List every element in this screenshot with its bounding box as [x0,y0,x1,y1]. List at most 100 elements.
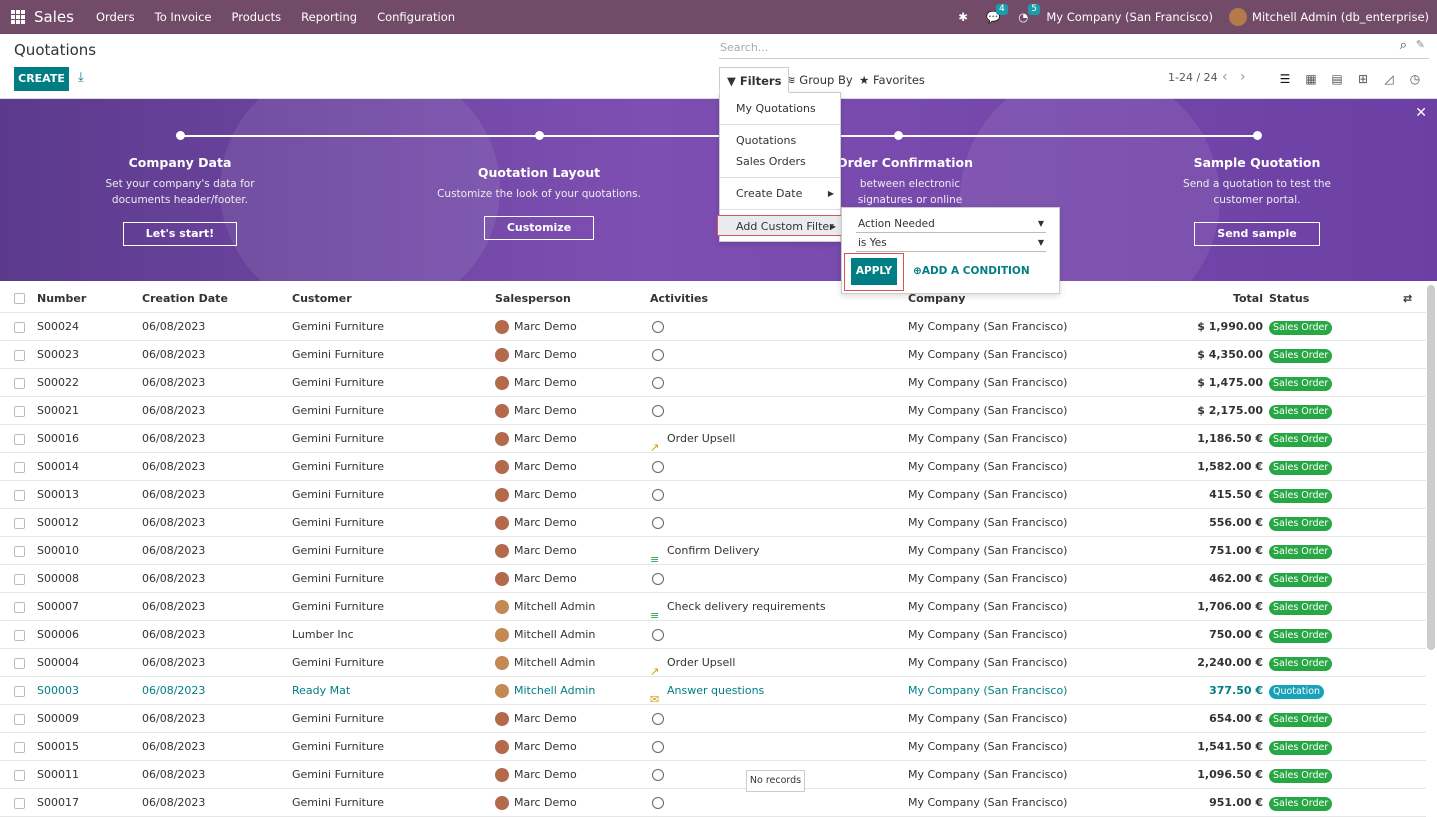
header-salesperson[interactable]: Salesperson [495,285,571,313]
table-row[interactable]: S00013 06/08/2023 Gemini Furniture Marc Dem… [0,481,1426,509]
row-checkbox[interactable] [14,518,25,529]
table-row[interactable]: S00010 06/08/2023 Gemini Furniture Marc Dem… [0,537,1426,566]
cell-activity[interactable] [652,761,664,789]
kanban-view-icon[interactable]: ▦ [1298,67,1324,91]
bug-icon[interactable]: ✱ [958,10,968,24]
menu-configuration[interactable]: Configuration [377,10,455,24]
row-checkbox[interactable] [14,658,25,669]
row-checkbox[interactable] [14,546,25,557]
table-row[interactable]: S00017 06/08/2023 Gemini Furniture Marc Dem… [0,789,1426,817]
table-row[interactable]: S00012 06/08/2023 Gemini Furniture Marc Dem… [0,509,1426,537]
menu-to-invoice[interactable]: To Invoice [155,10,212,24]
cell-activity[interactable] [652,313,664,341]
company-switcher[interactable]: My Company (San Francisco) [1046,10,1213,24]
table-row[interactable]: S00003 06/08/2023 Ready Mat Mitchell Admin ✉… [0,677,1426,706]
row-checkbox[interactable] [14,574,25,585]
create-button[interactable]: CREATE [14,67,69,91]
table-row[interactable]: S00016 06/08/2023 Gemini Furniture Marc Dem… [0,425,1426,454]
cell-activity[interactable] [652,705,664,733]
menu-reporting[interactable]: Reporting [301,10,357,24]
header-total[interactable]: Total [1233,285,1263,313]
messages-icon[interactable]: 💬 4 [986,4,1008,24]
table-row[interactable]: S00007 06/08/2023 Gemini Furniture Mitchell… [0,593,1426,622]
scrollbar[interactable] [1427,285,1435,650]
pencil-icon[interactable]: ✎ [1416,38,1425,51]
cell-activity[interactable]: ↗ Order Upsell [650,649,735,678]
row-checkbox[interactable] [14,798,25,809]
list-view-icon[interactable]: ☰ [1272,67,1298,91]
cell-activity[interactable] [652,341,664,369]
row-checkbox[interactable] [14,742,25,753]
header-customer[interactable]: Customer [292,285,352,313]
pager-next-icon[interactable]: › [1240,69,1246,85]
cell-activity[interactable] [652,397,664,425]
filter-quotations[interactable]: Quotations [720,130,840,151]
header-status[interactable]: Status [1269,285,1309,313]
cell-activity[interactable] [652,789,664,817]
user-avatar[interactable] [1229,8,1248,26]
pivot-view-icon[interactable]: ⊞ [1350,67,1376,91]
row-checkbox[interactable] [14,350,25,361]
operator-select[interactable]: is Yes ▼ [856,234,1046,252]
filters-button[interactable]: ▼ Filters [719,67,790,93]
groupby-button[interactable]: ≋ Group By [786,67,853,93]
cell-activity[interactable]: ✉ Answer questions [650,677,764,706]
apply-button[interactable]: APPLY [851,258,897,285]
field-select[interactable]: Action Needed ▼ [856,215,1046,233]
table-row[interactable]: S00014 06/08/2023 Gemini Furniture Marc Dem… [0,453,1426,481]
graph-view-icon[interactable]: ◿ [1376,67,1402,91]
send-sample-button[interactable]: Send sample [1194,222,1320,246]
cell-activity[interactable]: ↗ Order Upsell [650,425,735,454]
search-icon[interactable]: ⌕ [1400,38,1407,53]
cell-activity[interactable] [652,565,664,593]
cell-activity[interactable] [652,621,664,649]
row-checkbox[interactable] [14,770,25,781]
cell-activity[interactable]: ≡ Check delivery requirements [650,593,826,622]
optional-columns-icon[interactable]: ⇄ [1403,285,1412,313]
row-checkbox[interactable] [14,490,25,501]
activity-clock-icon[interactable]: ◔ 5 [1018,4,1040,24]
cell-activity[interactable] [652,453,664,481]
header-activities[interactable]: Activities [650,285,708,313]
filter-create-date[interactable]: Create Date ▶ [720,183,840,204]
row-checkbox[interactable] [14,406,25,417]
header-number[interactable]: Number [37,285,86,313]
close-icon[interactable]: ✕ [1415,105,1427,121]
filter-my-quotations[interactable]: My Quotations [720,98,840,119]
row-checkbox[interactable] [14,630,25,641]
table-row[interactable]: S00015 06/08/2023 Gemini Furniture Marc Dem… [0,733,1426,761]
table-row[interactable]: S00024 06/08/2023 Gemini Furniture Marc Dem… [0,313,1426,341]
cell-activity[interactable] [652,509,664,537]
row-checkbox[interactable] [14,686,25,697]
header-creation-date[interactable]: Creation Date [142,285,228,313]
menu-products[interactable]: Products [232,10,282,24]
row-checkbox[interactable] [14,378,25,389]
cell-activity[interactable] [652,369,664,397]
apps-menu-icon[interactable] [11,10,25,24]
cell-activity[interactable]: ≡ Confirm Delivery [650,537,760,566]
activity-view-icon[interactable]: ◷ [1402,67,1428,91]
menu-orders[interactable]: Orders [96,10,135,24]
cell-activity[interactable] [652,481,664,509]
row-checkbox[interactable] [14,602,25,613]
table-row[interactable]: S00022 06/08/2023 Gemini Furniture Marc Dem… [0,369,1426,397]
table-row[interactable]: S00006 06/08/2023 Lumber Inc Mitchell Admin… [0,621,1426,649]
table-row[interactable]: S00009 06/08/2023 Gemini Furniture Marc Dem… [0,705,1426,733]
search-input[interactable]: Search... [719,39,1429,59]
favorites-button[interactable]: ★ Favorites [859,67,925,93]
add-custom-filter[interactable]: Add Custom Filter ▶ [717,215,843,236]
add-condition-button[interactable]: ⊕ADD A CONDITION [913,265,1030,277]
calendar-view-icon[interactable]: ▤ [1324,67,1350,91]
pager-previous-icon[interactable]: ‹ [1222,69,1228,85]
row-checkbox[interactable] [14,322,25,333]
row-checkbox[interactable] [14,434,25,445]
row-checkbox[interactable] [14,462,25,473]
download-icon[interactable]: ⤓ [78,70,84,85]
user-menu[interactable]: Mitchell Admin (db_enterprise) [1252,10,1429,24]
table-row[interactable]: S00008 06/08/2023 Gemini Furniture Marc Dem… [0,565,1426,593]
select-all-checkbox[interactable] [14,293,25,304]
table-row[interactable]: S00023 06/08/2023 Gemini Furniture Marc Dem… [0,341,1426,369]
table-row[interactable]: S00004 06/08/2023 Gemini Furniture Mitchell… [0,649,1426,678]
filter-sales-orders[interactable]: Sales Orders [720,151,840,172]
pager-value[interactable]: 1-24 / 24 [1168,71,1218,84]
